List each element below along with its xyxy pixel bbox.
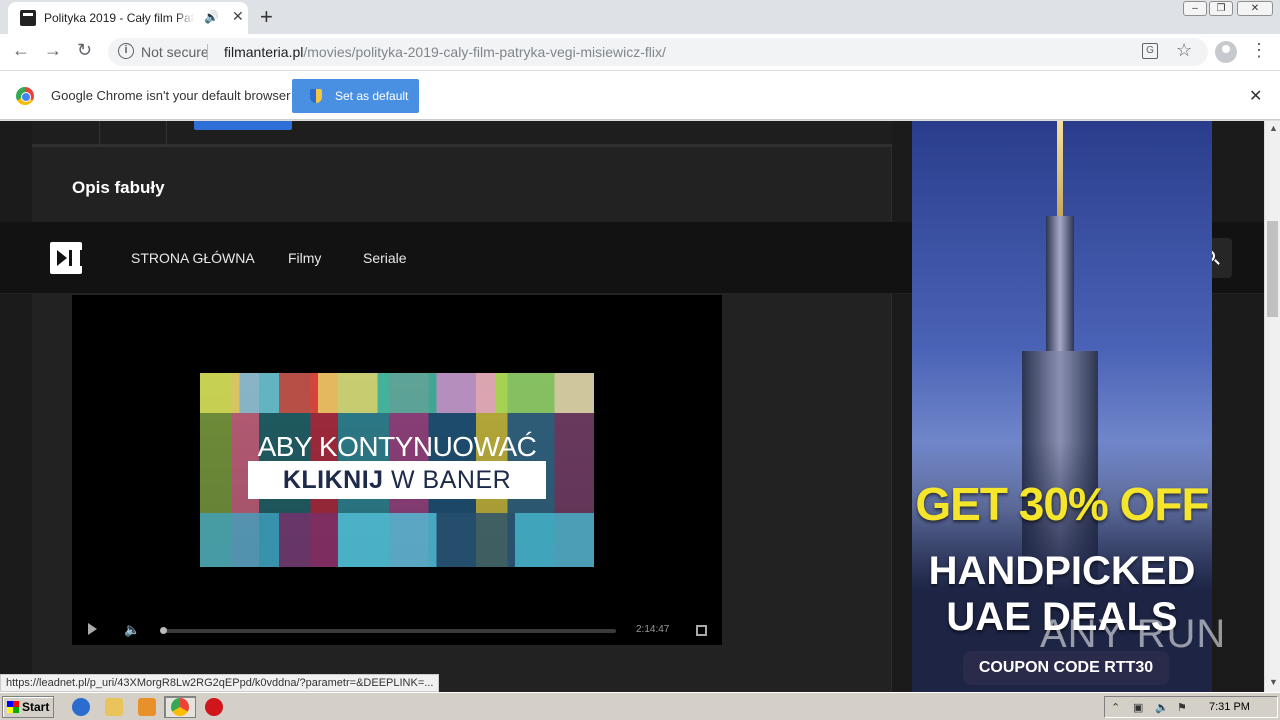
ad-subheadline: HANDPICKED xyxy=(928,549,1196,593)
video-progress-bar[interactable] xyxy=(160,627,616,634)
tray-expand-icon[interactable]: ⌃ xyxy=(1111,701,1123,714)
url-host: filmanteria.pl xyxy=(224,44,304,60)
web-page: Opis fabuły STRONA GŁÓWNA Filmy Seriale … xyxy=(0,121,1264,692)
film-favicon-icon xyxy=(20,10,36,29)
folder-icon[interactable] xyxy=(105,698,123,716)
strip-divider xyxy=(166,121,167,147)
reload-icon[interactable]: ↻ xyxy=(77,40,92,61)
content-tabs-strip xyxy=(32,121,892,147)
windows-taskbar: Start ⌃ ▣ 🔈 ⚑ 7:31 PM xyxy=(0,692,1280,720)
video-duration: 2:14:47 xyxy=(636,624,670,635)
address-bar[interactable]: i Not secure filmanteria.pl/movies/polit… xyxy=(108,38,1208,66)
forward-arrow-icon[interactable]: → xyxy=(44,40,62,61)
system-tray: ⌃ ▣ 🔈 ⚑ 7:31 PM xyxy=(1104,696,1278,718)
uac-shield-icon xyxy=(310,89,322,103)
nav-link-home[interactable]: STRONA GŁÓWNA xyxy=(131,250,255,266)
bookmark-star-icon[interactable]: ☆ xyxy=(1176,40,1192,61)
security-app-icon[interactable] xyxy=(205,698,223,716)
taskbar-chrome-button[interactable] xyxy=(164,696,196,718)
network-icon[interactable]: ▣ xyxy=(1133,701,1145,714)
fullscreen-icon[interactable] xyxy=(696,625,707,636)
section-heading: Opis fabuły xyxy=(72,178,165,197)
video-player[interactable]: ABY KONTYNUOWAĆ KLIKNIJ W BANER 🔈 2:14:4… xyxy=(72,295,722,645)
site-logo-icon[interactable] xyxy=(50,242,83,274)
set-as-default-button[interactable]: Set as default xyxy=(292,79,419,113)
scroll-thumb[interactable] xyxy=(1267,221,1278,317)
tab-title: Polityka 2019 - Cały film Patryka Vegi xyxy=(44,11,194,25)
scroll-down-arrow-icon[interactable]: ▼ xyxy=(1269,677,1278,687)
back-arrow-icon[interactable]: ← xyxy=(12,40,30,61)
volume-icon[interactable]: 🔈 xyxy=(124,622,140,638)
page-scrollbar[interactable]: ▲ ▼ xyxy=(1264,121,1280,692)
set-as-default-label: Set as default xyxy=(335,89,409,103)
browser-tab[interactable]: Polityka 2019 - Cały film Patryka Vegi 🔊… xyxy=(8,2,248,34)
strip-divider xyxy=(99,121,100,147)
start-label: Start xyxy=(22,700,50,714)
nav-link-movies[interactable]: Filmy xyxy=(288,250,321,266)
kebab-menu-icon[interactable]: ⋮ xyxy=(1250,40,1268,61)
infobar-message: Google Chrome isn't your default browser xyxy=(51,88,291,103)
windows-flag-icon xyxy=(7,701,19,713)
volume-tray-icon[interactable]: 🔈 xyxy=(1155,701,1169,714)
chrome-icon xyxy=(171,698,189,716)
url-text[interactable]: filmanteria.pl/movies/polityka-2019-caly… xyxy=(224,44,666,60)
play-icon[interactable] xyxy=(88,623,97,635)
system-clock[interactable]: 7:31 PM xyxy=(1209,701,1250,713)
banner-cta: KLIKNIJ W BANER xyxy=(248,461,546,499)
banner-cta-bold: KLIKNIJ xyxy=(282,466,384,494)
anyrun-watermark: ANY RUN xyxy=(1040,612,1227,656)
nav-link-series[interactable]: Seriale xyxy=(363,250,407,266)
action-center-flag-icon[interactable]: ⚑ xyxy=(1177,701,1189,714)
glitch-band xyxy=(200,513,594,567)
translate-icon[interactable]: G xyxy=(1142,43,1158,59)
banner-cta-rest: W BANER xyxy=(383,466,512,494)
tower-spire xyxy=(1057,121,1063,221)
address-separator xyxy=(207,44,208,60)
profile-avatar-icon[interactable] xyxy=(1215,41,1237,63)
close-tab-icon[interactable]: ✕ xyxy=(232,8,244,25)
internet-explorer-icon[interactable] xyxy=(72,698,90,716)
chrome-logo-icon xyxy=(16,87,34,105)
audio-playing-icon[interactable]: 🔊 xyxy=(204,10,219,24)
tab-informacje[interactable] xyxy=(194,121,292,130)
media-player-icon[interactable] xyxy=(138,698,156,716)
url-path: /movies/polityka-2019-caly-film-patryka-… xyxy=(303,44,666,60)
progress-knob[interactable] xyxy=(160,627,167,634)
glitch-band xyxy=(200,373,594,413)
close-window-button[interactable]: ✕ xyxy=(1237,1,1273,16)
new-tab-button[interactable]: + xyxy=(260,4,273,30)
info-icon[interactable]: i xyxy=(118,43,134,59)
ad-headline: GET 30% OFF xyxy=(915,478,1209,530)
restore-window-button[interactable]: ❐ xyxy=(1209,1,1233,16)
security-label[interactable]: Not secure xyxy=(141,44,209,60)
minimize-window-button[interactable]: ‒ xyxy=(1183,1,1207,16)
banner-title: ABY KONTYNUOWAĆ xyxy=(257,431,537,462)
scroll-up-arrow-icon[interactable]: ▲ xyxy=(1269,123,1278,133)
browser-toolbar: ← → ↻ i Not secure filmanteria.pl/movies… xyxy=(0,34,1280,70)
side-ad-banner[interactable]: GET 30% OFF HANDPICKED UAE DEALS COUPON … xyxy=(912,121,1212,692)
close-infobar-icon[interactable]: ✕ xyxy=(1249,86,1262,106)
start-button[interactable]: Start xyxy=(2,696,54,718)
default-browser-infobar: Google Chrome isn't your default browser… xyxy=(0,70,1280,120)
status-bar-url: https://leadnet.pl/p_uri/43XMorgR8Lw2RG2… xyxy=(0,674,440,692)
browser-titlebar: Polityka 2019 - Cały film Patryka Vegi 🔊… xyxy=(0,0,1280,34)
click-banner-ad[interactable]: ABY KONTYNUOWAĆ KLIKNIJ W BANER xyxy=(200,373,594,567)
